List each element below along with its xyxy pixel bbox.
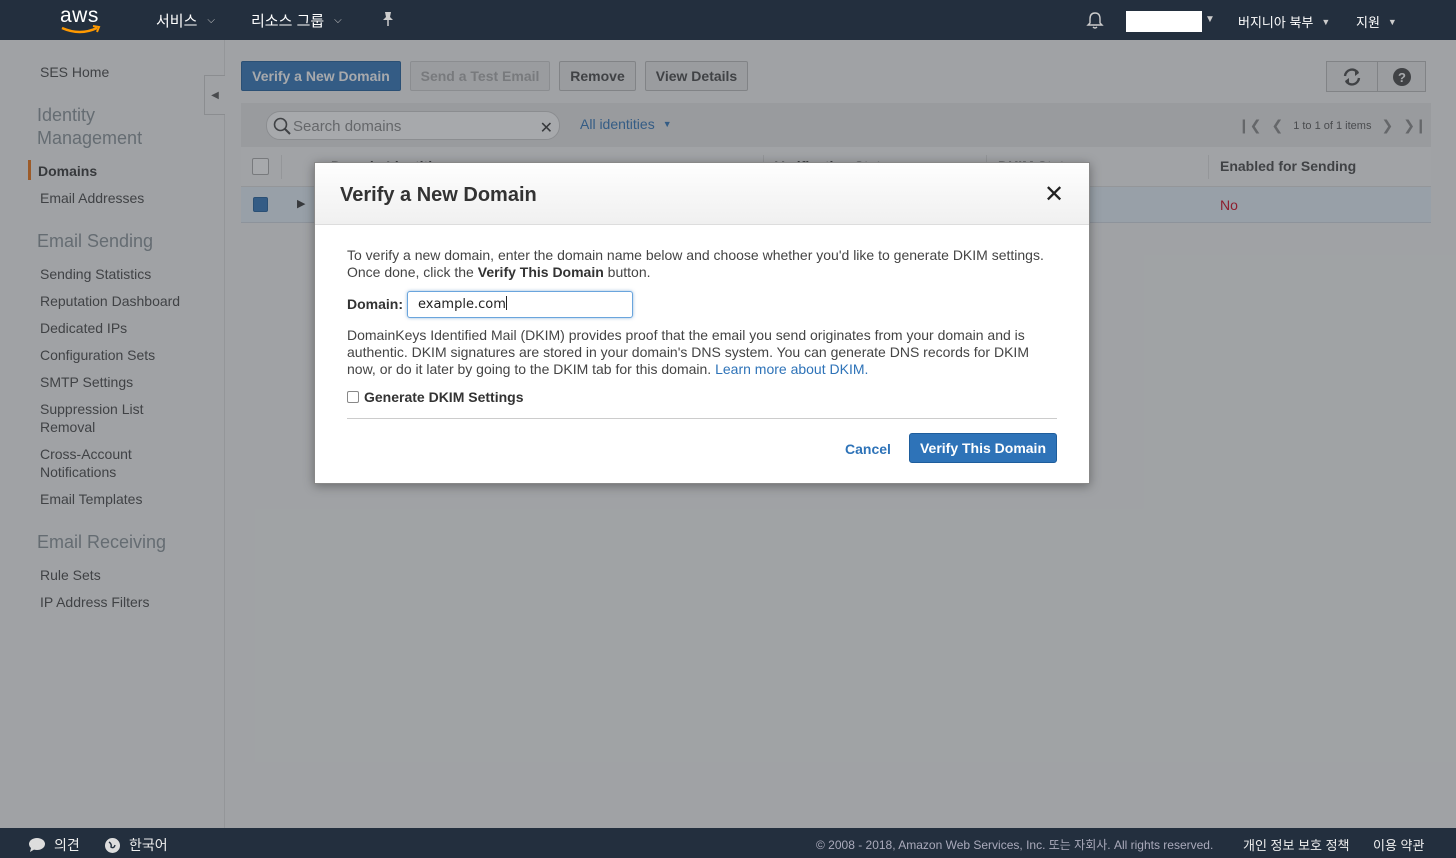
bell-icon — [1086, 12, 1104, 29]
dkim-text: DomainKeys Identified Mail (DKIM) provid… — [347, 327, 1029, 377]
chevron-down-icon: ⌵ — [334, 15, 342, 26]
aws-logo[interactable]: aws — [58, 4, 104, 34]
link-period: . — [864, 361, 869, 377]
pin-button[interactable] — [381, 11, 395, 27]
generate-dkim-label: Generate DKIM Settings — [364, 389, 524, 405]
intro-text-end: button. — [603, 264, 651, 280]
notifications-button[interactable] — [1086, 11, 1104, 30]
dkim-description: DomainKeys Identified Mail (DKIM) provid… — [347, 327, 1059, 378]
support-menu[interactable]: 지원 ▼ — [1356, 12, 1397, 31]
region-menu[interactable]: 버지니아 북부 ▼ — [1238, 12, 1330, 31]
feedback-label: 의견 — [54, 837, 80, 853]
account-menu[interactable] — [1126, 11, 1202, 32]
dialog-divider — [347, 418, 1057, 419]
copyright-text: © 2008 - 2018, Amazon Web Services, Inc.… — [816, 838, 1214, 852]
close-icon[interactable]: ✕ — [1044, 183, 1064, 207]
dialog-intro: To verify a new domain, enter the domain… — [347, 247, 1059, 281]
aws-smile-icon — [61, 25, 101, 34]
learn-more-dkim-link[interactable]: Learn more about DKIM — [715, 361, 864, 377]
privacy-policy-link[interactable]: 개인 정보 보호 정책 — [1243, 835, 1350, 854]
pin-icon — [383, 12, 393, 26]
globe-icon — [105, 837, 120, 853]
resource-groups-menu[interactable]: 리소스 그룹 ⌵ — [251, 10, 342, 31]
dialog-title: Verify a New Domain — [340, 184, 537, 206]
text-cursor — [505, 296, 507, 310]
intro-text: To verify a new domain, enter the domain… — [347, 247, 1044, 280]
footer: 의견 한국어 © 2008 - 2018, Amazon Web Service… — [0, 828, 1456, 858]
language-selector[interactable]: 한국어 — [104, 835, 168, 855]
services-label: 서비스 — [156, 13, 198, 30]
services-menu[interactable]: 서비스 ⌵ — [156, 10, 215, 31]
feedback-button[interactable]: 의견 — [28, 835, 80, 855]
chevron-down-icon: ▼ — [1321, 16, 1331, 27]
terms-link[interactable]: 이용 약관 — [1373, 835, 1424, 854]
verify-this-domain-button[interactable]: Verify This Domain — [909, 433, 1057, 463]
speech-bubble-icon — [29, 838, 45, 852]
domain-input-value: example.com — [418, 297, 506, 312]
domain-input[interactable]: example.com — [407, 291, 633, 318]
generate-dkim-checkbox[interactable]: Generate DKIM Settings — [347, 389, 523, 405]
region-label: 버지니아 북부 — [1238, 15, 1314, 30]
chevron-down-icon: ⌵ — [207, 15, 215, 26]
checkbox-box[interactable] — [347, 391, 359, 403]
language-label: 한국어 — [129, 837, 168, 853]
support-label: 지원 — [1356, 15, 1380, 30]
verify-domain-dialog: Verify a New Domain ✕ To verify a new do… — [314, 162, 1090, 484]
chevron-down-icon: ▼ — [1205, 14, 1215, 25]
top-nav: aws 서비스 ⌵ 리소스 그룹 ⌵ ▼ 버지니아 북부 ▼ 지원 ▼ — [0, 0, 1456, 40]
cancel-button[interactable]: Cancel — [845, 441, 891, 457]
chevron-down-icon: ▼ — [1387, 16, 1397, 27]
domain-label: Domain: — [347, 296, 403, 312]
resource-groups-label: 리소스 그룹 — [251, 13, 325, 30]
intro-bold-text: Verify This Domain — [477, 264, 604, 280]
